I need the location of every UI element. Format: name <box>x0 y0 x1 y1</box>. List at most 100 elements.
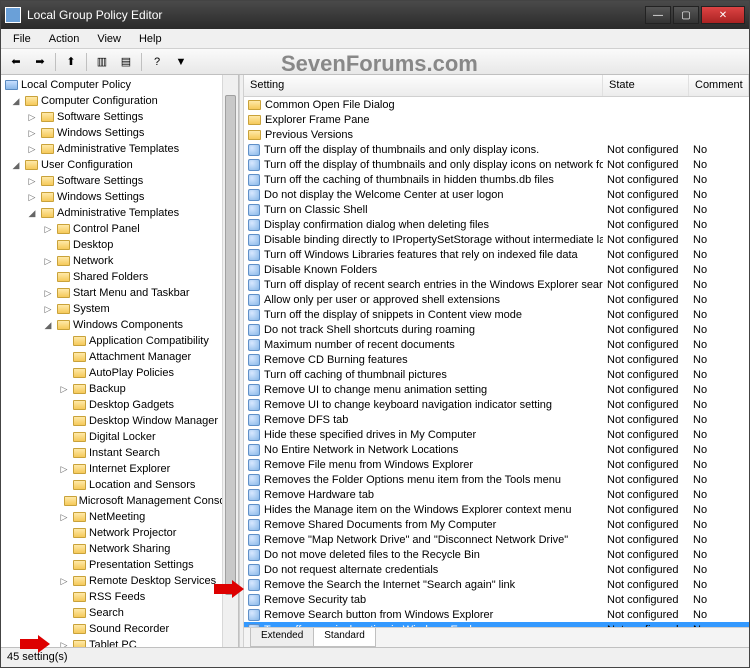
setting-row[interactable]: Do not display the Welcome Center at use… <box>244 187 749 202</box>
setting-row[interactable]: Turn off caching of thumbnail picturesNo… <box>244 367 749 382</box>
tree-label[interactable]: Control Panel <box>71 223 140 235</box>
setting-row[interactable]: Display confirmation dialog when deletin… <box>244 217 749 232</box>
setting-row[interactable]: Remove DFS tabNot configuredNo <box>244 412 749 427</box>
tree-node[interactable]: ▷Software Settings <box>1 109 238 125</box>
tree-label[interactable]: Internet Explorer <box>87 463 170 475</box>
setting-row[interactable]: Remove UI to change menu animation setti… <box>244 382 749 397</box>
setting-row[interactable]: Turn off the display of thumbnails and o… <box>244 157 749 172</box>
setting-row[interactable]: Disable binding directly to IPropertySet… <box>244 232 749 247</box>
tree-label[interactable]: User Configuration <box>39 159 133 171</box>
tree-node[interactable]: ◢Computer Configuration <box>1 93 238 109</box>
setting-row[interactable]: Remove UI to change keyboard navigation … <box>244 397 749 412</box>
tree-label[interactable]: Instant Search <box>87 447 160 459</box>
tree-root[interactable]: Local Computer Policy <box>19 79 131 91</box>
tree-node[interactable]: ▷Network <box>1 253 238 269</box>
tree-label[interactable]: Search <box>87 607 124 619</box>
tree-node[interactable]: ▷Backup <box>1 381 238 397</box>
minimize-button[interactable]: — <box>645 6 671 24</box>
tab-standard[interactable]: Standard <box>313 628 376 647</box>
setting-row[interactable]: Remove Security tabNot configuredNo <box>244 592 749 607</box>
tree-node[interactable]: ▷Control Panel <box>1 221 238 237</box>
tree-scrollbar[interactable] <box>222 75 238 647</box>
menu-file[interactable]: File <box>5 31 39 47</box>
setting-row[interactable]: Removes the Folder Options menu item fro… <box>244 472 749 487</box>
setting-row[interactable]: Turn off the caching of thumbnails in hi… <box>244 172 749 187</box>
setting-row[interactable]: No Entire Network in Network LocationsNo… <box>244 442 749 457</box>
tree-node[interactable]: ▷Internet Explorer <box>1 461 238 477</box>
tree-node[interactable]: Network Sharing <box>1 541 238 557</box>
tree-label[interactable]: Sound Recorder <box>87 623 169 635</box>
setting-row[interactable]: Previous Versions <box>244 127 749 142</box>
setting-row[interactable]: Remove Search button from Windows Explor… <box>244 607 749 622</box>
tree-label[interactable]: Computer Configuration <box>39 95 158 107</box>
setting-row[interactable]: Remove the Search the Internet "Search a… <box>244 577 749 592</box>
tree-node[interactable]: ▷Software Settings <box>1 173 238 189</box>
forward-button[interactable]: ➡ <box>29 51 51 73</box>
tree-node[interactable]: ◢Administrative Templates <box>1 205 238 221</box>
tree-label[interactable]: Shared Folders <box>71 271 148 283</box>
tree-node[interactable]: Microsoft Management Console <box>1 493 238 509</box>
setting-row[interactable]: Remove File menu from Windows ExplorerNo… <box>244 457 749 472</box>
tree-node[interactable]: ▷NetMeeting <box>1 509 238 525</box>
setting-row[interactable]: Maximum number of recent documentsNot co… <box>244 337 749 352</box>
tree-label[interactable]: Tablet PC <box>87 639 137 647</box>
close-button[interactable]: ✕ <box>701 6 745 24</box>
tree-node[interactable]: Digital Locker <box>1 429 238 445</box>
tree-node[interactable]: Application Compatibility <box>1 333 238 349</box>
tree-label[interactable]: Presentation Settings <box>87 559 194 571</box>
setting-row[interactable]: Turn off the display of snippets in Cont… <box>244 307 749 322</box>
export-list-button[interactable]: ▤ <box>115 51 137 73</box>
setting-row[interactable]: Allow only per user or approved shell ex… <box>244 292 749 307</box>
tree-label[interactable]: Start Menu and Taskbar <box>71 287 190 299</box>
tree-label[interactable]: Software Settings <box>55 175 143 187</box>
tree-node[interactable]: Shared Folders <box>1 269 238 285</box>
tree-node[interactable]: ▷Remote Desktop Services <box>1 573 238 589</box>
tab-extended[interactable]: Extended <box>250 628 314 647</box>
tree-label[interactable]: Attachment Manager <box>87 351 191 363</box>
tree-node[interactable]: Search <box>1 605 238 621</box>
tree-label[interactable]: Windows Settings <box>55 191 144 203</box>
tree-label[interactable]: Administrative Templates <box>55 207 179 219</box>
tree-node[interactable]: ▷System <box>1 301 238 317</box>
setting-row[interactable]: Remove "Map Network Drive" and "Disconne… <box>244 532 749 547</box>
tree-label[interactable]: Network Sharing <box>87 543 170 555</box>
settings-list[interactable]: Common Open File DialogExplorer Frame Pa… <box>244 97 749 627</box>
help-button[interactable]: ? <box>146 51 168 73</box>
back-button[interactable]: ⬅ <box>5 51 27 73</box>
tree-node[interactable]: ◢Windows Components <box>1 317 238 333</box>
setting-row[interactable]: Turn off the display of thumbnails and o… <box>244 142 749 157</box>
tree-node[interactable]: Desktop Window Manager <box>1 413 238 429</box>
tree-label[interactable]: Digital Locker <box>87 431 156 443</box>
tree-node[interactable]: Instant Search <box>1 445 238 461</box>
tree-node[interactable]: Network Projector <box>1 525 238 541</box>
col-state[interactable]: State <box>603 75 689 96</box>
tree-label[interactable]: Network Projector <box>87 527 176 539</box>
tree-label[interactable]: Desktop Window Manager <box>87 415 218 427</box>
tree-label[interactable]: RSS Feeds <box>87 591 145 603</box>
tree-label[interactable]: Windows Components <box>71 319 183 331</box>
tree-label[interactable]: Remote Desktop Services <box>87 575 216 587</box>
tree-node[interactable]: AutoPlay Policies <box>1 365 238 381</box>
col-comment[interactable]: Comment <box>689 75 749 96</box>
tree-label[interactable]: Location and Sensors <box>87 479 195 491</box>
tree-node[interactable]: RSS Feeds <box>1 589 238 605</box>
tree-node[interactable]: ▷Windows Settings <box>1 125 238 141</box>
setting-row[interactable]: Remove Hardware tabNot configuredNo <box>244 487 749 502</box>
tree-node[interactable]: ▷Windows Settings <box>1 189 238 205</box>
setting-row[interactable]: Explorer Frame Pane <box>244 112 749 127</box>
tree-node[interactable]: Location and Sensors <box>1 477 238 493</box>
filter-button[interactable]: ▼ <box>170 51 192 73</box>
tree-label[interactable]: Software Settings <box>55 111 143 123</box>
tree-node[interactable]: ▷Start Menu and Taskbar <box>1 285 238 301</box>
setting-row[interactable]: Common Open File Dialog <box>244 97 749 112</box>
tree-node[interactable]: ▷Administrative Templates <box>1 141 238 157</box>
setting-row[interactable]: Remove CD Burning featuresNot configured… <box>244 352 749 367</box>
tree-node[interactable]: Desktop Gadgets <box>1 397 238 413</box>
show-hide-tree-button[interactable]: ▥ <box>91 51 113 73</box>
tree-node[interactable]: ◢User Configuration <box>1 157 238 173</box>
tree-label[interactable]: NetMeeting <box>87 511 145 523</box>
setting-row[interactable]: Do not move deleted files to the Recycle… <box>244 547 749 562</box>
setting-row[interactable]: Do not request alternate credentialsNot … <box>244 562 749 577</box>
titlebar[interactable]: Local Group Policy Editor — ▢ ✕ <box>1 1 749 29</box>
setting-row[interactable]: Remove Shared Documents from My Computer… <box>244 517 749 532</box>
